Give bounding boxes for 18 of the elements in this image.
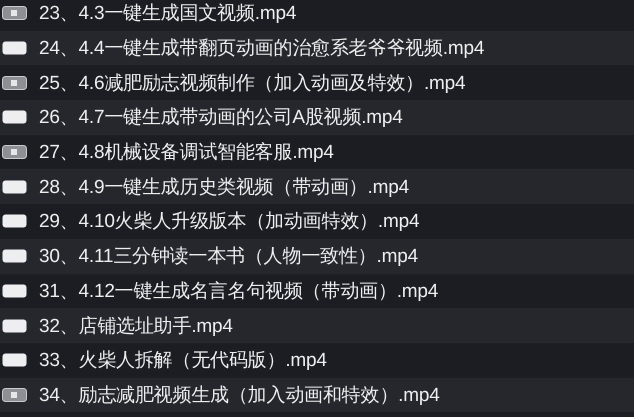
- video-file-icon: [2, 249, 27, 264]
- file-name[interactable]: 23、4.3一键生成国文视频.mp4: [39, 0, 296, 26]
- file-name[interactable]: 29、4.10火柴人升级版本（加动画特效）.mp4: [39, 208, 420, 234]
- file-name[interactable]: 27、4.8机械设备调试智能客服.mp4: [39, 139, 334, 166]
- video-thumbnail-icon: [2, 76, 27, 90]
- file-name[interactable]: 31、4.12一键生成名言名句视频（带动画）.mp4: [39, 278, 438, 304]
- video-thumbnail-icon: [2, 145, 27, 160]
- video-thumbnail-icon: [2, 6, 27, 20]
- video-file-icon: [2, 180, 27, 194]
- video-file-icon: [2, 318, 27, 333]
- video-file-icon: [2, 41, 27, 56]
- video-file-icon: [2, 214, 27, 228]
- file-name[interactable]: 33、火柴人拆解（无代码版）.mp4: [39, 347, 327, 374]
- video-file-icon: [2, 110, 27, 124]
- video-thumbnail-icon: [2, 388, 27, 402]
- file-name[interactable]: 25、4.6减肥励志视频制作（加入动画及特效）.mp4: [39, 70, 466, 96]
- video-file-icon: [2, 353, 27, 368]
- video-file-icon: [2, 284, 27, 298]
